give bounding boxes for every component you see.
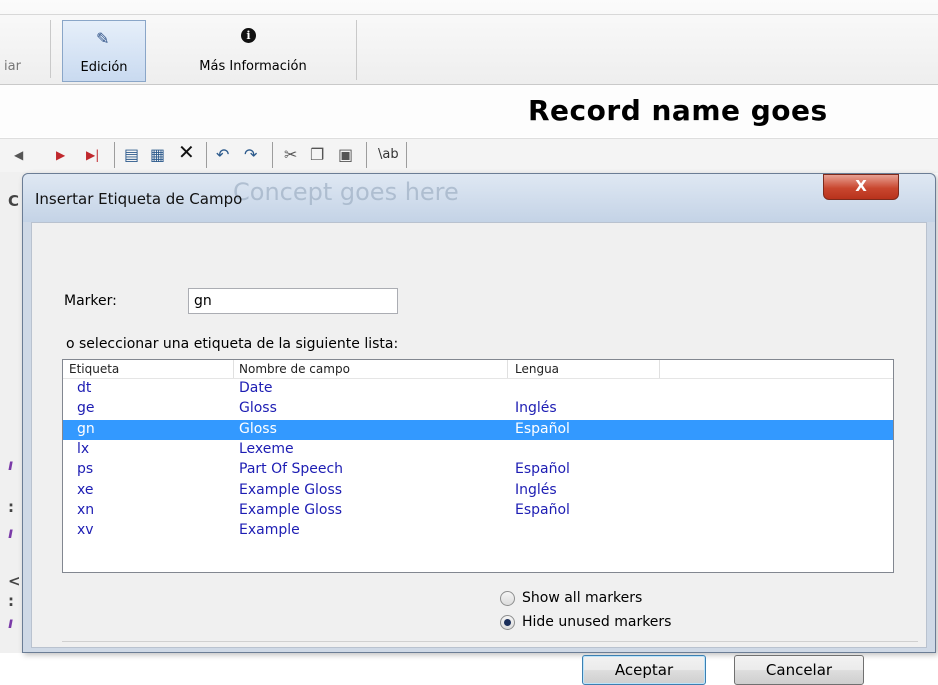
- accept-button[interactable]: Aceptar: [582, 655, 706, 685]
- list-item-language: Inglés: [515, 481, 557, 498]
- column-header-field-name[interactable]: Nombre de campo: [239, 362, 350, 376]
- background-text-fragment: ı: [8, 456, 14, 474]
- delete-icon[interactable]: ✕: [178, 142, 195, 162]
- list-item-field-name: Date: [239, 380, 273, 396]
- toolbar-separator: [206, 142, 207, 168]
- toolbar-button-previous[interactable]: iar: [0, 20, 44, 80]
- list-item-language: Español: [515, 420, 570, 437]
- text-tag-icon[interactable]: \ab: [378, 146, 399, 164]
- next-record-icon[interactable]: ▶: [56, 146, 65, 164]
- cancel-button[interactable]: Cancelar: [734, 655, 864, 685]
- marker-input[interactable]: [188, 288, 398, 314]
- toolbar-separator: [406, 142, 407, 168]
- list-item-field-name: Part Of Speech: [239, 461, 344, 478]
- toolbar-separator: [114, 142, 115, 168]
- list-item-field-name: Example: [239, 522, 300, 539]
- dialog-titlebar[interactable]: Concept goes here Insertar Etiqueta de C…: [23, 174, 935, 222]
- toolbar-separator: [272, 142, 273, 168]
- list-item-tag: ge: [77, 400, 95, 417]
- edit-icon: ✎: [96, 29, 110, 48]
- show-all-markers-label: Show all markers: [522, 590, 643, 606]
- last-record-icon[interactable]: ▶|: [86, 146, 99, 164]
- list-item-language: Español: [515, 501, 570, 518]
- list-item-tag: dt: [77, 380, 92, 396]
- toolbar-button-more-info[interactable]: i Más Información: [150, 20, 357, 80]
- list-item-field-name: Example Gloss: [239, 481, 343, 498]
- column-header-tag[interactable]: Etiqueta: [69, 362, 119, 376]
- toolbar-button-label: iar: [4, 59, 21, 74]
- column-header-language[interactable]: Lengua: [515, 362, 559, 376]
- background-text-fragment: ı: [8, 524, 14, 542]
- edit-toolbar: [0, 138, 938, 173]
- marker-label: Marker:: [64, 293, 117, 309]
- list-header: Etiqueta Nombre de campo Lengua: [63, 360, 893, 379]
- toolbar-button-label: Más Información: [199, 59, 307, 74]
- paste-icon[interactable]: ▣: [338, 146, 353, 164]
- list-item[interactable]: lx Lexeme: [63, 440, 893, 460]
- cut-icon[interactable]: ✂: [284, 146, 297, 164]
- list-item[interactable]: ps Part Of Speech Español: [63, 460, 893, 480]
- list-item[interactable]: xn Example Gloss Español: [63, 501, 893, 521]
- insert-field-icon[interactable]: ▤: [124, 146, 139, 164]
- copy-field-icon[interactable]: ▦: [150, 146, 165, 164]
- hide-unused-markers-label: Hide unused markers: [522, 614, 672, 630]
- background-text-fragment: C: [8, 192, 20, 210]
- background-text-fragment: ı: [8, 614, 14, 632]
- list-item[interactable]: ge Gloss Inglés: [63, 399, 893, 419]
- background-text-fragment: :: [8, 498, 14, 516]
- list-item-field-name: Gloss: [239, 420, 277, 437]
- copy-icon[interactable]: ❐: [310, 146, 324, 164]
- dialog-divider: [62, 641, 918, 642]
- background-concept-text: Concept goes here: [233, 178, 459, 206]
- background-text-fragment: :: [8, 592, 14, 610]
- list-item-tag: xv: [77, 522, 94, 539]
- info-icon: i: [241, 28, 256, 43]
- show-all-markers-radio[interactable]: [500, 591, 515, 606]
- list-item-language: Inglés: [515, 400, 557, 417]
- toolbar-top-line: [0, 14, 938, 15]
- column-divider[interactable]: [233, 360, 234, 378]
- list-item-tag: ps: [77, 461, 94, 478]
- close-button[interactable]: X: [823, 174, 899, 200]
- list-item[interactable]: xv Example: [63, 521, 893, 541]
- dialog-title: Insertar Etiqueta de Campo: [35, 190, 243, 208]
- marker-list[interactable]: Etiqueta Nombre de campo Lengua dt Date ge…: [62, 359, 894, 573]
- column-divider[interactable]: [507, 360, 508, 378]
- insert-field-tag-dialog: Concept goes here Insertar Etiqueta de C…: [22, 173, 936, 685]
- undo-icon[interactable]: ↶: [216, 146, 229, 164]
- toolbar-button-label: Edición: [80, 60, 128, 75]
- toolbar-button-edit[interactable]: ✎ Edición: [62, 20, 146, 82]
- list-item-tag: lx: [77, 440, 90, 457]
- background-text-fragment: <: [8, 572, 21, 590]
- close-icon: X: [855, 177, 867, 195]
- list-caption: o seleccionar una etiqueta de la siguien…: [66, 336, 399, 352]
- toolbar-separator: [50, 20, 51, 78]
- redo-icon[interactable]: ↷: [244, 146, 257, 164]
- record-title: Record name goes: [528, 94, 828, 127]
- list-item-field-name: Example Gloss: [239, 501, 343, 518]
- list-item[interactable]: xe Example Gloss Inglés: [63, 481, 893, 501]
- list-item[interactable]: dt Date: [63, 379, 893, 399]
- list-item-tag: xe: [77, 481, 94, 498]
- toolbar-separator: [366, 142, 367, 168]
- list-item-tag: gn: [77, 420, 95, 437]
- hide-unused-markers-radio[interactable]: [500, 615, 515, 630]
- list-item-field-name: Gloss: [239, 400, 277, 417]
- dialog-body: Marker: o seleccionar una etiqueta de la…: [31, 222, 927, 685]
- list-item-language: Español: [515, 461, 570, 478]
- previous-record-icon[interactable]: ◀: [14, 146, 23, 164]
- column-divider[interactable]: [659, 360, 660, 378]
- list-item-tag: xn: [77, 501, 95, 518]
- list-item-field-name: Lexeme: [239, 440, 294, 457]
- list-item[interactable]: gn Gloss Español: [63, 419, 893, 440]
- main-toolbar: iar ✎ Edición i Más Información: [0, 0, 938, 85]
